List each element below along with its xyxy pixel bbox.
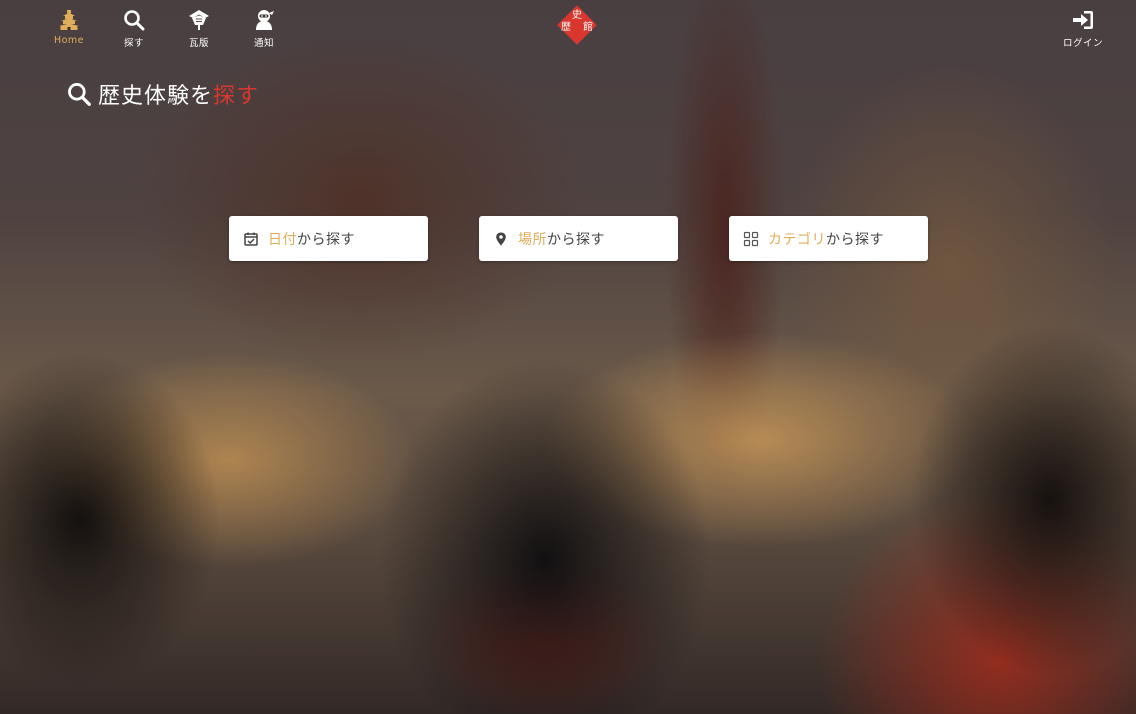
nav-notify[interactable]: 通知 bbox=[236, 8, 292, 49]
search-by-date-accent: 日付 bbox=[268, 231, 297, 248]
nav-home[interactable]: Home bbox=[41, 8, 97, 46]
nav-home-label: Home bbox=[53, 35, 85, 46]
search-by-date-button[interactable]: 日付 から探す bbox=[229, 216, 428, 261]
search-by-category-text: から探す bbox=[826, 231, 884, 248]
search-by-place-text: から探す bbox=[547, 231, 605, 248]
top-navigation: Home 探す 瓦版 通知 史 歴 館 ログイン bbox=[0, 0, 1136, 50]
search-icon bbox=[124, 10, 145, 31]
search-by-place-accent: 場所 bbox=[518, 231, 547, 248]
search-icon bbox=[68, 83, 91, 106]
search-by-category-button[interactable]: カテゴリ から探す bbox=[729, 216, 928, 261]
page-headline: 歴史体験を 探す bbox=[66, 78, 259, 110]
ninja-icon bbox=[256, 10, 274, 30]
logo-char-2: 歴 bbox=[561, 21, 571, 33]
nav-login-label: ログイン bbox=[1062, 38, 1103, 49]
calendar-check-icon bbox=[244, 232, 258, 246]
site-logo[interactable]: 史 歴 館 bbox=[555, 3, 599, 47]
nav-kawaraban[interactable]: 瓦版 bbox=[171, 8, 227, 49]
nav-search-label: 探す bbox=[123, 38, 144, 49]
castle-icon bbox=[59, 10, 79, 30]
kawaraban-icon bbox=[189, 10, 209, 30]
nav-search[interactable]: 探す bbox=[106, 8, 162, 49]
search-by-place-button[interactable]: 場所 から探す bbox=[479, 216, 678, 261]
headline-text: 歴史体験を bbox=[98, 84, 214, 109]
logo-diamond: 史 歴 館 bbox=[557, 5, 597, 45]
sign-in-icon bbox=[1073, 11, 1093, 29]
nav-login[interactable]: ログイン bbox=[1052, 8, 1114, 49]
headline-accent: 探す bbox=[213, 84, 260, 109]
nav-notify-label: 通知 bbox=[253, 38, 274, 49]
map-pin-icon bbox=[496, 232, 506, 245]
nav-kawaraban-label: 瓦版 bbox=[188, 38, 209, 49]
grid-icon bbox=[743, 231, 759, 246]
logo-char-3: 館 bbox=[583, 20, 593, 33]
search-by-category-accent: カテゴリ bbox=[768, 231, 826, 248]
search-by-date-text: から探す bbox=[297, 231, 355, 248]
logo-char-1: 史 bbox=[572, 9, 582, 21]
